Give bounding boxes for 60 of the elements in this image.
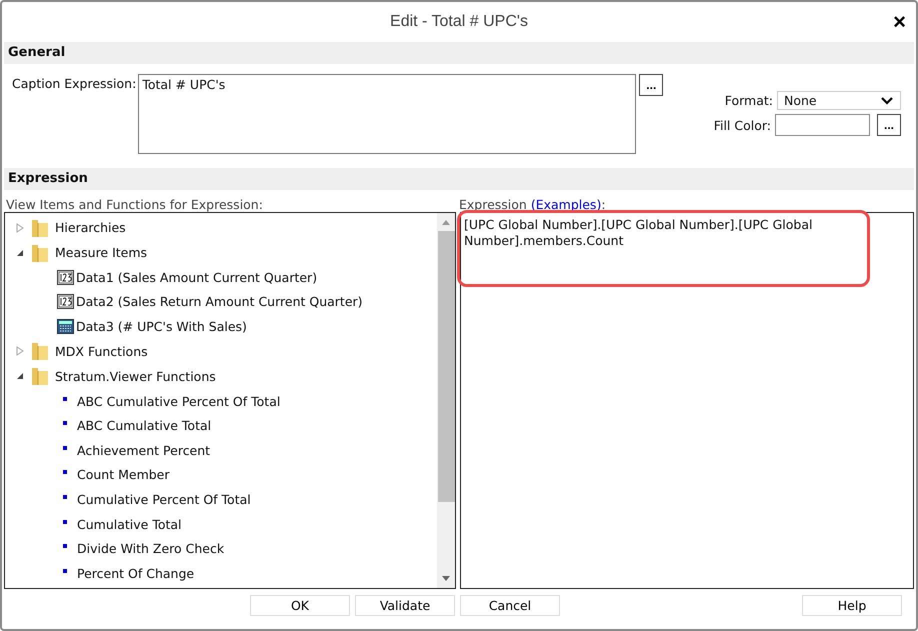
examples-link[interactable]: (Examples) <box>530 197 602 212</box>
close-button[interactable]: × <box>893 12 906 32</box>
expanded-arrow-icon[interactable] <box>15 371 25 382</box>
expanded-arrow-icon[interactable] <box>15 248 25 258</box>
help-button[interactable]: Help <box>802 595 902 616</box>
scrollbar[interactable] <box>437 213 455 588</box>
tree-item[interactable]: Percent Of Change <box>77 566 194 581</box>
tree-item[interactable]: Divide With Zero Check <box>77 541 224 556</box>
tree-item[interactable]: ABC Cumulative Percent Of Total <box>77 394 280 409</box>
folder-icon <box>31 366 49 386</box>
bullet-icon <box>63 470 67 474</box>
collapsed-arrow-icon[interactable] <box>15 346 25 356</box>
folder-icon <box>31 341 49 362</box>
tree-item[interactable]: Measure Items <box>55 245 148 260</box>
expression-editor[interactable]: [UPC Global Number].[UPC Global Number].[UPC Global Number].members.Count <box>460 212 914 589</box>
field-label: Fill Color: <box>714 118 771 132</box>
caption-ellipsis-button[interactable]: ... <box>639 74 664 96</box>
scroll-up-icon[interactable] <box>441 219 451 225</box>
tree-item[interactable]: Cumulative Percent Of Total <box>77 492 251 507</box>
collapsed-arrow-icon[interactable] <box>15 222 25 232</box>
expression-label: Expression (Examples): <box>459 197 607 212</box>
bullet-icon <box>63 446 67 450</box>
expression-text: [UPC Global Number].[UPC Global Number].[UPC Global Number].members.Count <box>463 216 814 249</box>
scroll-down-icon[interactable] <box>441 576 451 582</box>
tree-label: View Items and Functions for Expression: <box>6 197 264 212</box>
tree-item[interactable]: Data1 (Sales Amount Current Quarter) <box>76 270 318 285</box>
calculator-icon <box>57 318 74 334</box>
fill-color-ellipsis-button[interactable]: ... <box>877 114 901 136</box>
section-header: Expression <box>4 168 914 190</box>
caption-field[interactable]: Total # UPC's <box>138 74 636 154</box>
format-dropdown[interactable]: None <box>777 91 901 110</box>
tree-item[interactable]: Achievement Percent <box>77 442 210 458</box>
tree-item[interactable]: ABC Cumulative Total <box>77 418 212 434</box>
numeric-icon <box>57 270 74 285</box>
dialog-button[interactable]: Cancel <box>460 595 560 616</box>
folder-icon <box>31 242 49 262</box>
scrollbar-thumb[interactable] <box>438 231 454 502</box>
bullet-icon <box>63 396 67 401</box>
tree-item[interactable]: Stratum.Viewer Functions <box>55 368 216 384</box>
bullet-icon <box>63 520 67 524</box>
tree-item[interactable]: Data3 (# UPC's With Sales) <box>76 318 247 334</box>
tree-item[interactable]: Count Member <box>77 467 170 482</box>
bullet-icon <box>63 568 67 573</box>
dialog-button[interactable]: Validate <box>355 595 455 616</box>
numeric-icon <box>57 294 74 310</box>
section-header: General <box>4 42 914 64</box>
tree-item[interactable]: MDX Functions <box>55 344 148 359</box>
window-title: Edit - Total # UPC's <box>390 13 528 31</box>
bullet-icon <box>63 421 67 426</box>
tree-item[interactable]: Data2 (Sales Return Amount Current Quarter) <box>76 294 363 310</box>
folder-icon <box>31 218 49 238</box>
bullet-icon <box>63 544 67 548</box>
tree-item[interactable]: Hierarchies <box>55 220 126 235</box>
dialog-button[interactable]: OK <box>250 595 350 616</box>
fill-color-field[interactable] <box>775 114 870 136</box>
tree-item[interactable]: Cumulative Total <box>77 516 182 532</box>
bullet-icon <box>63 494 67 499</box>
chevron-icon <box>880 96 894 106</box>
field-label: Caption Expression: <box>12 76 136 93</box>
field-label: Format: <box>724 93 773 108</box>
